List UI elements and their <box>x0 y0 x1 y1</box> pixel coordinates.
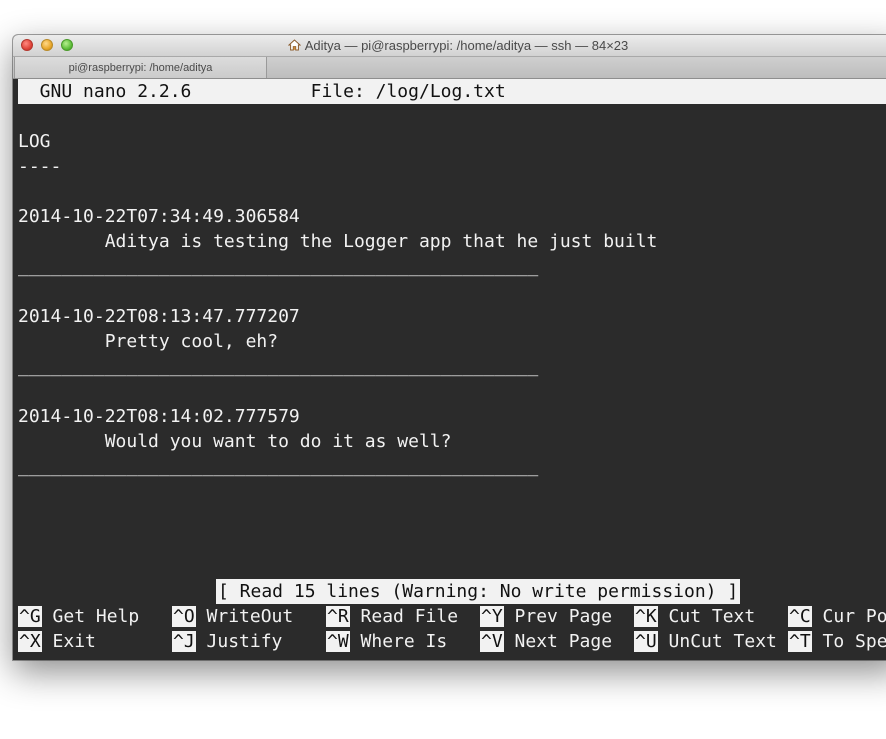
shortcut-get-help: ^G Get Help <box>18 604 139 629</box>
shortcut-where-is: ^W Where Is <box>326 629 447 654</box>
log-entry-separator: ________________________________________… <box>18 256 539 277</box>
shortcut-key: ^X <box>18 631 42 652</box>
shortcut-label: Next Page <box>503 631 613 652</box>
shortcut-label: To Spell <box>822 631 886 652</box>
shortcut-label: Read File <box>349 606 459 627</box>
shortcut-cut-text: ^K Cut Text <box>634 604 755 629</box>
shortcut-prev-page: ^Y Prev Page <box>480 604 612 629</box>
nano-header: GNU nano 2.2.6 File: /log/Log.txt <box>18 79 886 104</box>
shortcut-label: UnCut Text <box>657 631 777 652</box>
log-entry-message: Pretty cool, eh? <box>18 331 279 352</box>
shortcut-key: ^Y <box>480 606 504 627</box>
shortcut-label: Where Is <box>349 631 448 652</box>
shortcut-to-spell: ^T To Spell <box>788 629 886 654</box>
shortcut-key: ^T <box>788 631 812 652</box>
nano-filename: File: /log/Log.txt <box>310 81 506 102</box>
terminal-window: Aditya — pi@raspberrypi: /home/aditya — … <box>13 35 886 660</box>
tab-ssh-session[interactable]: pi@raspberrypi: /home/aditya <box>14 57 267 78</box>
shortcut-read-file: ^R Read File <box>326 604 458 629</box>
shortcut-label: Cur Pos <box>822 606 886 627</box>
status-message: [ Read 15 lines (Warning: No write permi… <box>216 579 741 604</box>
log-heading: LOG <box>18 131 51 152</box>
shortcut-key: ^O <box>172 606 196 627</box>
shortcut-key: ^G <box>18 606 42 627</box>
nano-version: GNU nano 2.2.6 <box>18 81 192 102</box>
shortcut-label: Justify <box>195 631 283 652</box>
shortcut-cur-pos: ^C Cur Pos <box>788 604 886 629</box>
shortcut-label: Exit <box>41 631 96 652</box>
log-entry-message: Aditya is testing the Logger app that he… <box>18 231 658 252</box>
shortcut-justify: ^J Justify <box>172 629 282 654</box>
log-entry-timestamp: 2014-10-22T08:13:47.777207 <box>18 306 300 327</box>
shortcut-key: ^R <box>326 606 350 627</box>
shortcut-next-page: ^V Next Page <box>480 629 612 654</box>
window-title: Aditya — pi@raspberrypi: /home/aditya — … <box>304 38 629 53</box>
title-bar[interactable]: Aditya — pi@raspberrypi: /home/aditya — … <box>13 35 886 57</box>
log-heading-underline: ---- <box>18 156 62 177</box>
shortcut-key: ^U <box>634 631 658 652</box>
shortcut-key: ^C <box>788 606 812 627</box>
terminal-view[interactable]: GNU nano 2.2.6 File: /log/Log.txt LOG --… <box>13 79 886 660</box>
home-icon <box>287 39 301 51</box>
window-title-container: Aditya — pi@raspberrypi: /home/aditya — … <box>13 38 886 53</box>
shortcut-key: ^J <box>172 631 196 652</box>
shortcut-label: WriteOut <box>195 606 294 627</box>
shortcut-key: ^W <box>326 631 350 652</box>
shortcut-label: Cut Text <box>657 606 756 627</box>
shortcut-label: Get Help <box>41 606 140 627</box>
shortcut-label: Prev Page <box>503 606 613 627</box>
shortcut-writeout: ^O WriteOut <box>172 604 293 629</box>
shortcut-uncut-text: ^U UnCut Text <box>634 629 777 654</box>
log-entry-timestamp: 2014-10-22T08:14:02.777579 <box>18 406 300 427</box>
shortcut-key: ^K <box>634 606 658 627</box>
log-entry-timestamp: 2014-10-22T07:34:49.306584 <box>18 206 300 227</box>
log-entry-separator: ________________________________________… <box>18 456 539 477</box>
tab-bar: pi@raspberrypi: /home/aditya <box>13 57 886 79</box>
log-entry-separator: ________________________________________… <box>18 356 539 377</box>
shortcut-key: ^V <box>480 631 504 652</box>
shortcut-exit: ^X Exit <box>18 629 96 654</box>
log-entry-message: Would you want to do it as well? <box>18 431 452 452</box>
